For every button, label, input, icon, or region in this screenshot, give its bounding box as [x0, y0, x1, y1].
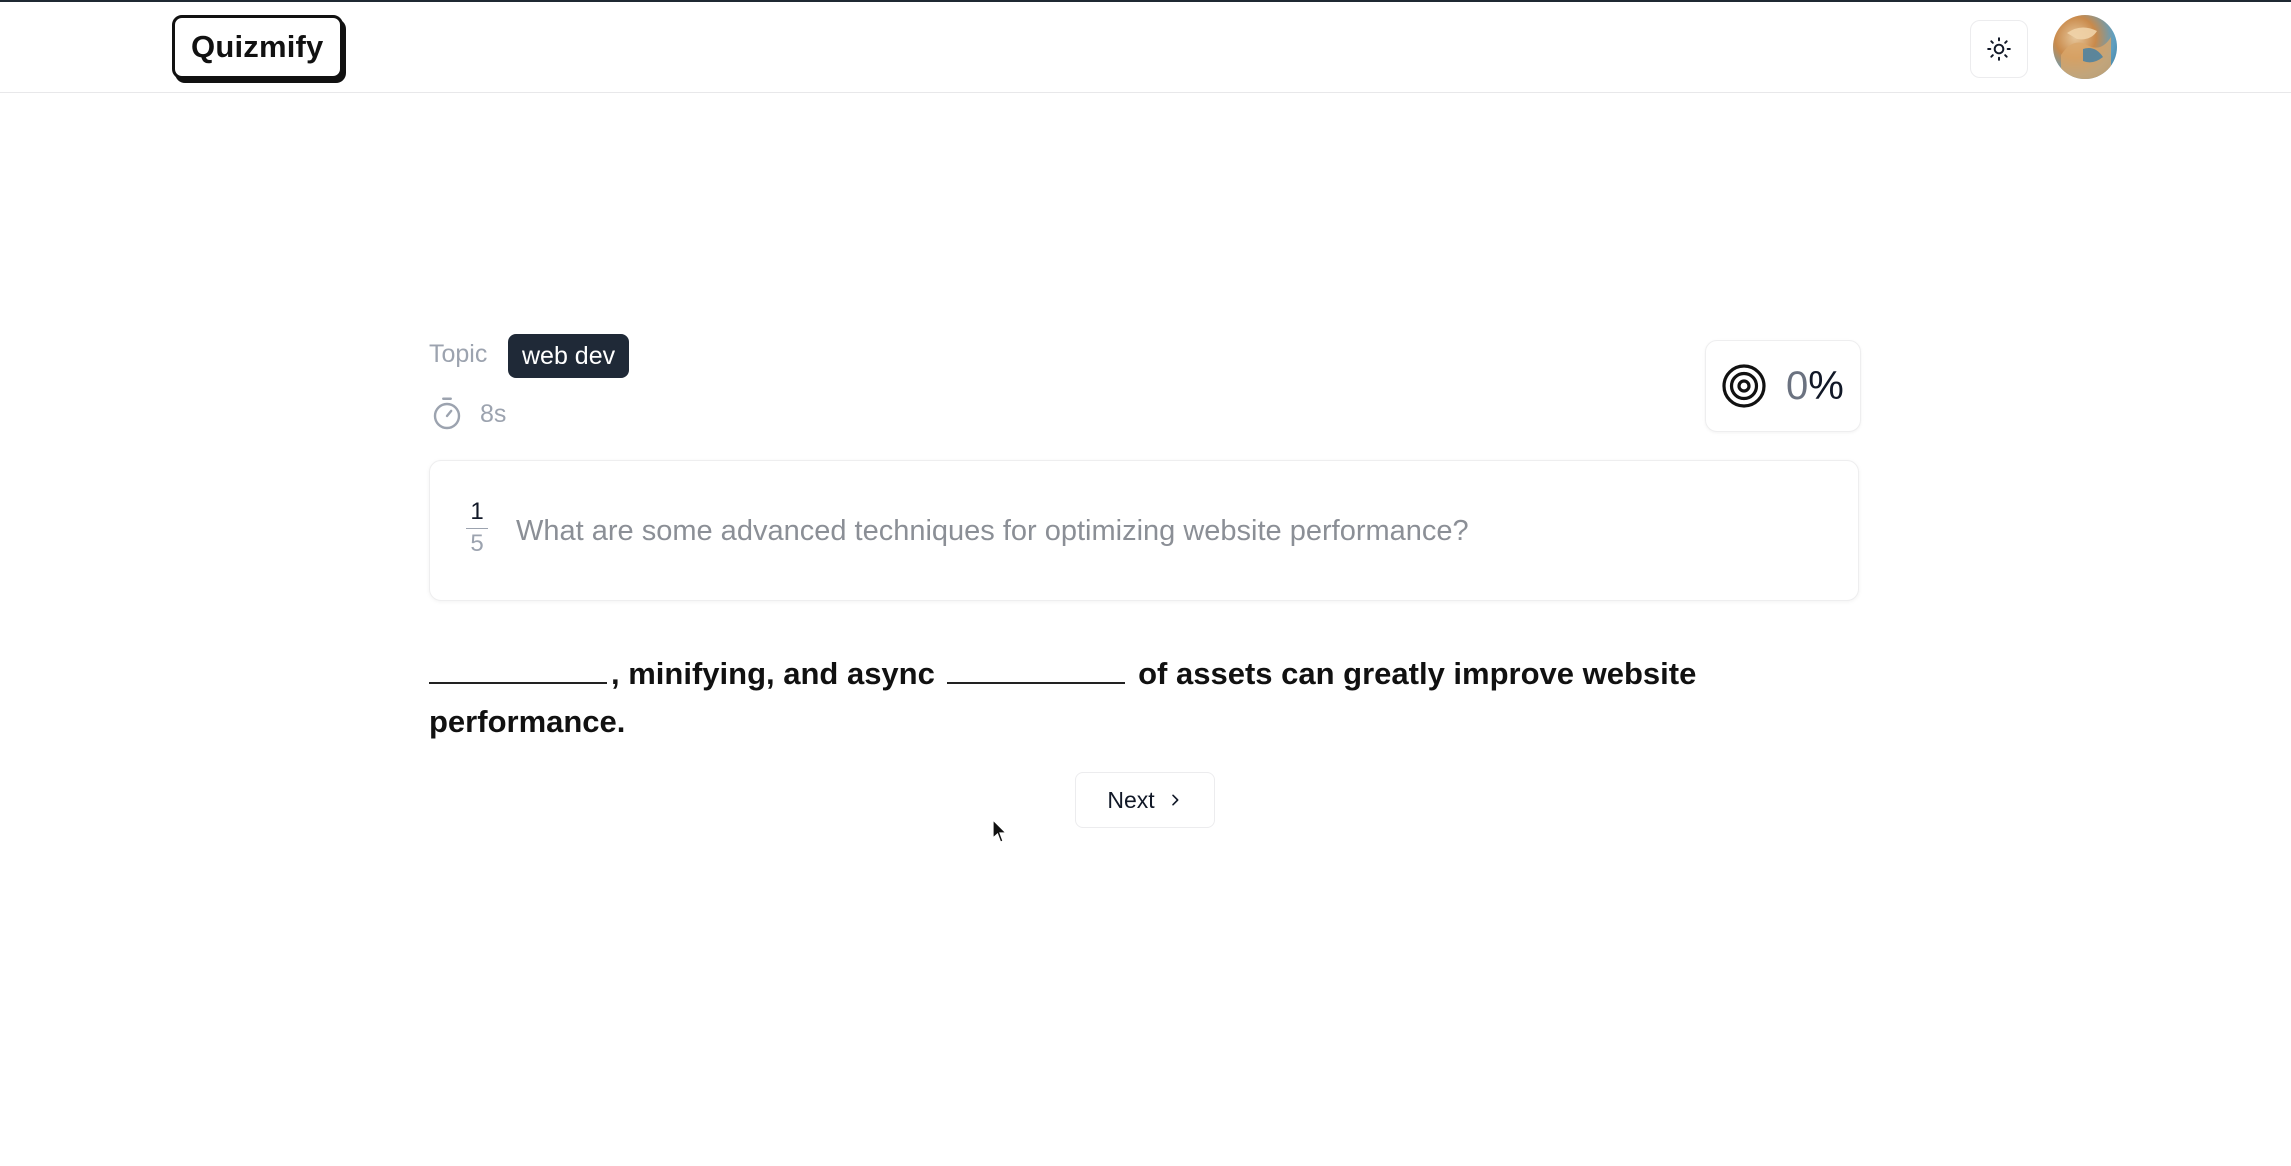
blank-input-2[interactable]: [947, 652, 1126, 684]
target-icon: [1722, 364, 1766, 408]
blank-input-1[interactable]: [429, 652, 607, 684]
sun-icon: [1987, 37, 2011, 61]
chevron-right-icon: [1171, 794, 1179, 806]
avatar-image: [2061, 27, 2111, 79]
question-text: What are some advanced techniques for op…: [516, 515, 1469, 547]
stopwatch-icon: [433, 397, 461, 430]
score-unit: %: [1808, 364, 1844, 408]
user-avatar[interactable]: [2053, 15, 2117, 79]
question-index: 1: [466, 497, 488, 529]
question-card: 1 5 What are some advanced techniques fo…: [429, 460, 1859, 601]
answer-segment-1: , minifying, and async: [611, 656, 935, 691]
next-button[interactable]: Next: [1075, 772, 1215, 828]
question-counter: 1 5: [466, 497, 488, 559]
navbar: Quizmify: [0, 2, 2291, 93]
theme-toggle-button[interactable]: [1970, 20, 2028, 78]
app-logo[interactable]: Quizmify: [172, 15, 343, 79]
question-total: 5: [470, 530, 484, 557]
score-value: 0: [1786, 364, 1809, 408]
mouse-pointer-icon: [992, 819, 1008, 843]
timer-value: 8s: [480, 400, 507, 428]
score-card: 0%: [1705, 340, 1861, 432]
topic-badge: web dev: [508, 334, 630, 378]
topic-label: Topic: [429, 340, 488, 368]
answer-sentence: , minifying, and async of assets can gre…: [429, 650, 1859, 746]
next-button-label: Next: [1107, 786, 1155, 813]
score-percentage: 0%: [1786, 361, 1844, 411]
